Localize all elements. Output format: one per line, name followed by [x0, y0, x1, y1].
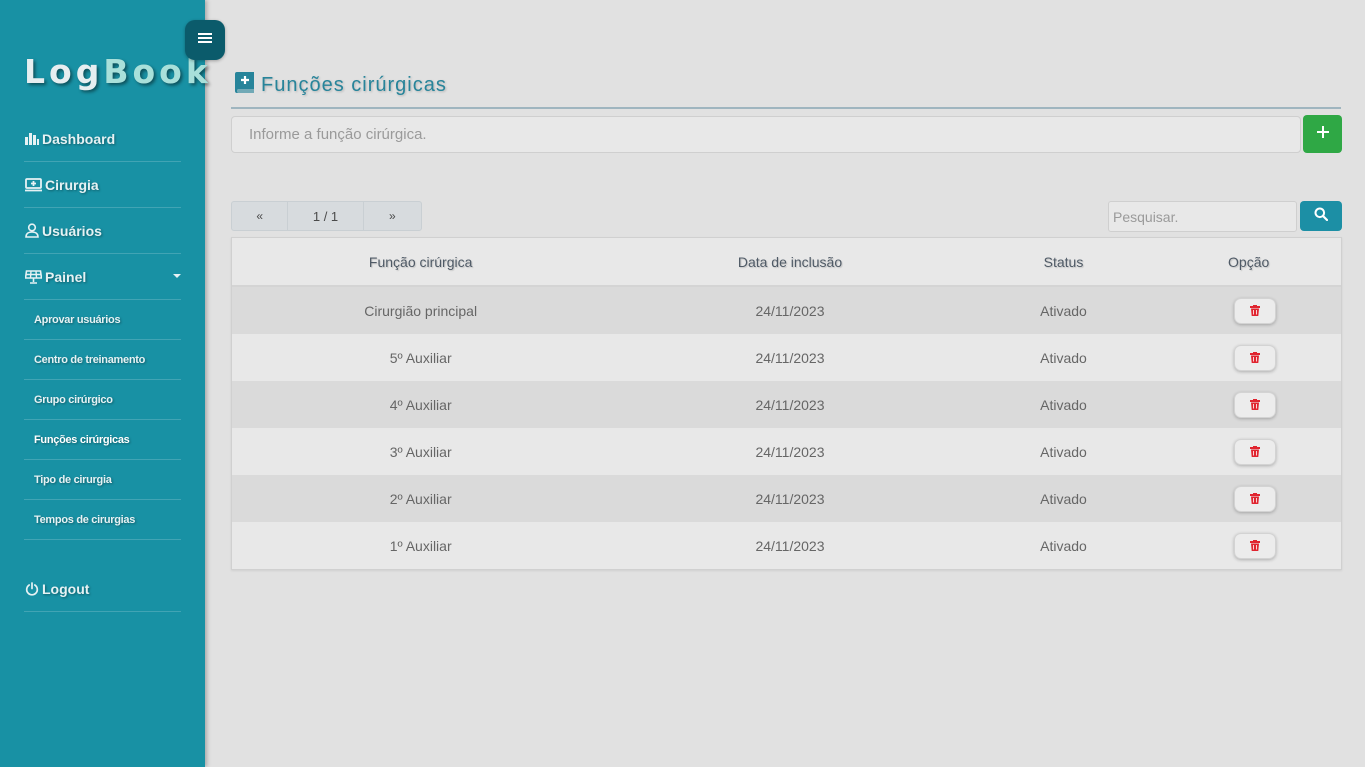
funcao-cirurgica-input[interactable]: [231, 116, 1301, 153]
page-title: Funções cirúrgicas: [235, 72, 447, 99]
title-divider: [231, 107, 1341, 109]
bar-chart-icon: [24, 131, 40, 147]
painel-submenu: Aprovar usuários Centro de treinamento G…: [24, 300, 181, 540]
trash-icon: [1249, 444, 1260, 460]
delete-button[interactable]: [1233, 485, 1276, 512]
cell-funcao: 5º Auxiliar: [389, 349, 452, 366]
cell-data: 24/11/2023: [755, 537, 825, 554]
pagination-prev-button[interactable]: «: [232, 202, 289, 230]
search-input[interactable]: [1108, 201, 1297, 232]
monitor-plus-icon: [24, 177, 43, 193]
delete-button[interactable]: [1233, 344, 1276, 371]
cell-status: Ativado: [1040, 490, 1087, 507]
cell-funcao: 3º Auxiliar: [389, 443, 452, 460]
cell-data: 24/11/2023: [755, 396, 825, 413]
sidebar-toggle-button[interactable]: [185, 20, 225, 60]
cell-funcao: Cirurgião principal: [364, 302, 478, 319]
plus-icon: [1316, 125, 1329, 143]
sidebar-item-label: Dashboard: [42, 130, 116, 147]
cell-data: 24/11/2023: [755, 302, 825, 319]
column-header-opcao: Opção: [1228, 253, 1270, 270]
delete-button[interactable]: [1233, 297, 1276, 324]
power-icon: [24, 581, 40, 597]
trash-icon: [1249, 397, 1260, 413]
pagination: « 1 / 1 »: [231, 201, 422, 231]
submenu-item-grupo-cirurgico[interactable]: Grupo cirúrgico: [24, 380, 181, 420]
trash-icon: [1249, 303, 1260, 319]
table-row: 3º Auxiliar 24/11/2023 Ativado: [232, 428, 1341, 475]
book-plus-icon: [235, 72, 254, 99]
column-header-data[interactable]: Data de inclusão: [609, 254, 970, 270]
column-header-funcao[interactable]: Função cirúrgica: [232, 254, 609, 270]
table-row: 1º Auxiliar 24/11/2023 Ativado: [232, 522, 1341, 569]
table-row: 4º Auxiliar 24/11/2023 Ativado: [232, 381, 1341, 428]
trash-icon: [1249, 538, 1260, 554]
search-button[interactable]: [1300, 201, 1342, 231]
delete-button[interactable]: [1233, 438, 1276, 465]
cell-funcao: 2º Auxiliar: [389, 490, 452, 507]
cell-data: 24/11/2023: [755, 490, 825, 507]
logout-label: Logout: [42, 580, 90, 597]
sidebar-item-usuarios[interactable]: Usuários: [24, 208, 181, 254]
app-logo[interactable]: LogBook: [24, 52, 212, 91]
column-header-status[interactable]: Status: [971, 254, 1157, 270]
solar-panel-icon: [24, 269, 43, 285]
cell-status: Ativado: [1040, 302, 1087, 319]
cell-status: Ativado: [1040, 396, 1087, 413]
table-row: 2º Auxiliar 24/11/2023 Ativado: [232, 475, 1341, 522]
chevron-down-icon: [173, 274, 181, 278]
pagination-next-button[interactable]: »: [364, 202, 421, 230]
page-title-text: Funções cirúrgicas: [261, 74, 447, 96]
submenu-item-aprovar-usuarios[interactable]: Aprovar usuários: [24, 300, 181, 340]
trash-icon: [1249, 491, 1260, 507]
submenu-item-centro-de-treinamento[interactable]: Centro de treinamento: [24, 340, 181, 380]
trash-icon: [1249, 350, 1260, 366]
delete-button[interactable]: [1233, 391, 1276, 418]
sidebar-item-dashboard[interactable]: Dashboard: [24, 116, 181, 162]
cell-funcao: 4º Auxiliar: [389, 396, 452, 413]
cell-status: Ativado: [1040, 537, 1087, 554]
delete-button[interactable]: [1233, 532, 1276, 559]
sidebar: LogBook Dashboard Cirurgia Usuários Pain…: [0, 0, 208, 767]
hamburger-icon: [198, 31, 212, 49]
sidebar-item-painel[interactable]: Painel: [24, 254, 181, 300]
submenu-item-funcoes-cirurgicas[interactable]: Funções cirúrgicas: [24, 420, 181, 460]
funcoes-table: Função cirúrgica Data de inclusão Status…: [231, 237, 1342, 570]
cell-status: Ativado: [1040, 349, 1087, 366]
cell-status: Ativado: [1040, 443, 1087, 460]
search-icon: [1314, 207, 1329, 226]
pagination-page-indicator: 1 / 1: [288, 202, 364, 230]
table-header-row: Função cirúrgica Data de inclusão Status…: [232, 238, 1341, 287]
table-row: 5º Auxiliar 24/11/2023 Ativado: [232, 334, 1341, 381]
add-funcao-button[interactable]: [1303, 115, 1342, 153]
sidebar-item-cirurgia[interactable]: Cirurgia: [24, 162, 181, 208]
cell-data: 24/11/2023: [755, 443, 825, 460]
cell-data: 24/11/2023: [755, 349, 825, 366]
sidebar-item-label: Cirurgia: [45, 176, 99, 193]
table-row: Cirurgião principal 24/11/2023 Ativado: [232, 287, 1341, 334]
user-icon: [24, 223, 40, 239]
logout-section: Logout: [24, 566, 181, 612]
logout-button[interactable]: Logout: [24, 566, 181, 612]
sidebar-item-label: Usuários: [42, 222, 102, 239]
sidebar-nav: Dashboard Cirurgia Usuários Painel Aprov…: [24, 116, 181, 540]
sidebar-item-label: Painel: [45, 268, 87, 285]
submenu-item-tipo-de-cirurgia[interactable]: Tipo de cirurgia: [24, 460, 181, 500]
cell-funcao: 1º Auxiliar: [389, 537, 452, 554]
submenu-item-tempos-de-cirurgias[interactable]: Tempos de cirurgias: [24, 500, 181, 540]
